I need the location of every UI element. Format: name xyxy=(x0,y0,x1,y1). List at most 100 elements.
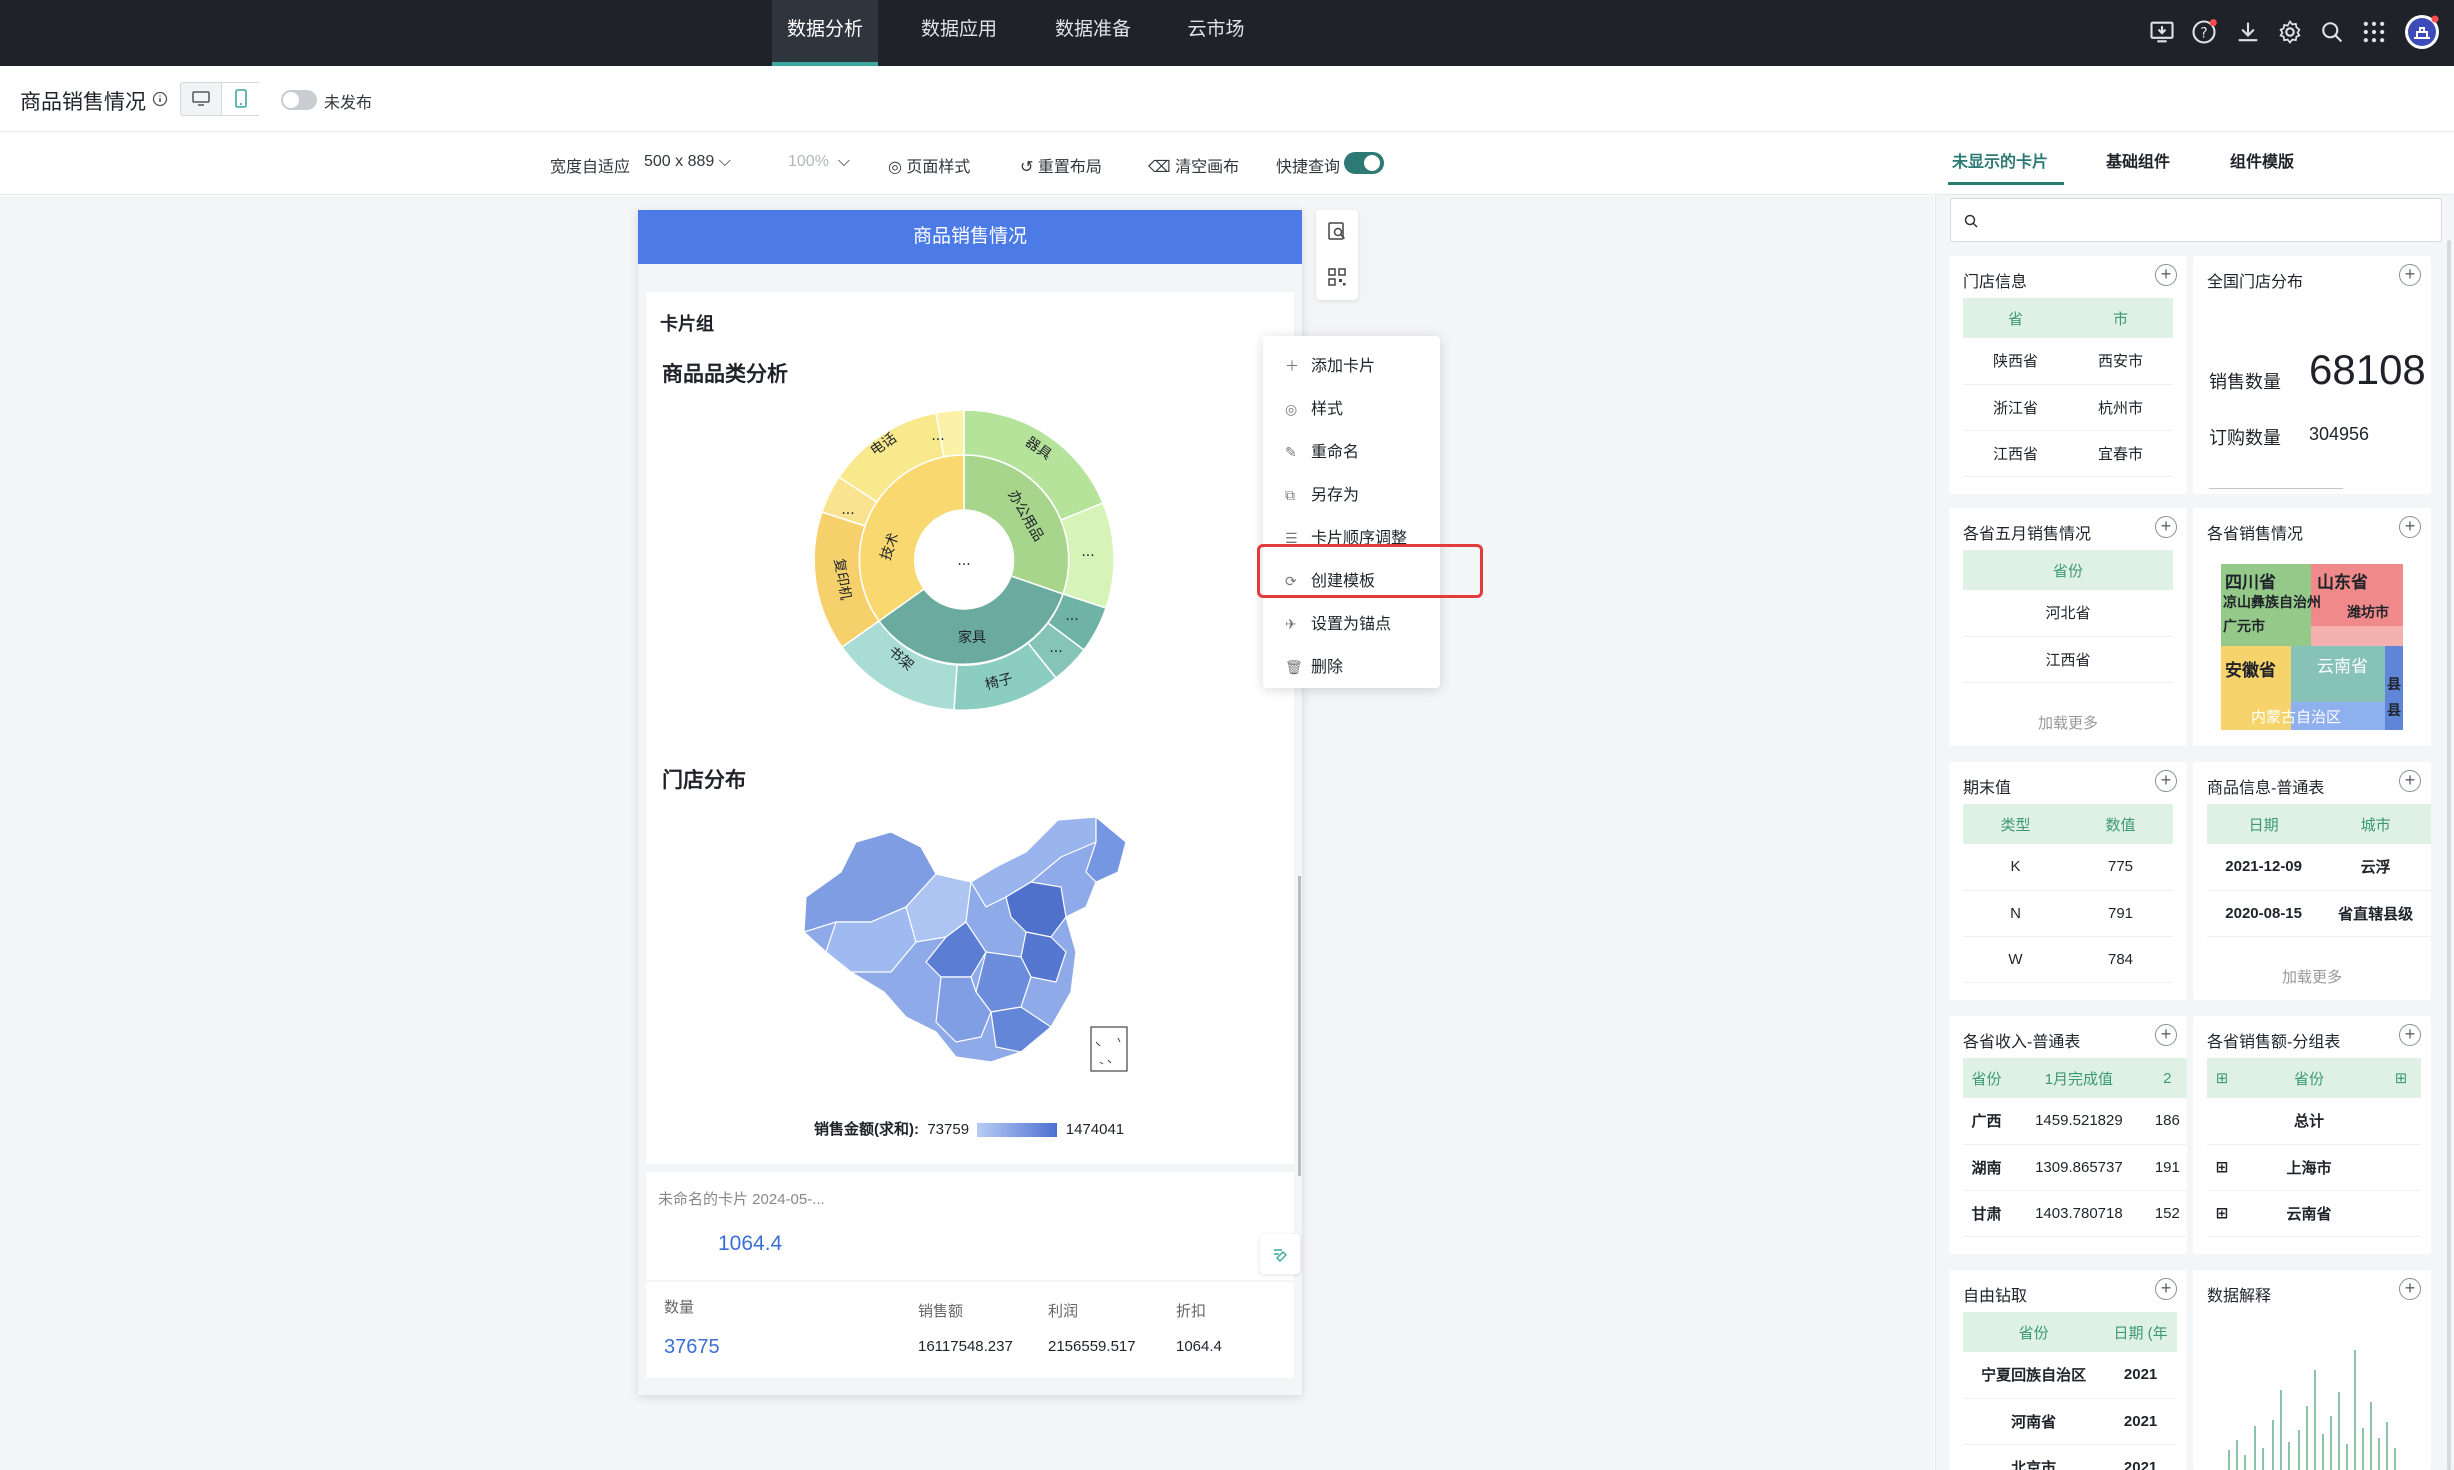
nav-data-analysis[interactable]: 数据分析 xyxy=(772,0,878,66)
clear-canvas-button[interactable]: ⌫ 清空画布 xyxy=(1148,153,1239,177)
china-map[interactable] xyxy=(796,812,1146,1074)
add-card-button[interactable]: + xyxy=(2155,770,2177,792)
right-panel-scrollbar[interactable] xyxy=(2447,240,2451,1470)
mini-card-province-sales[interactable]: 各省销售情况 + 四川省 山东省 凉山彝族自治州 潍坊市 广元市 安徽省 云南省… xyxy=(2193,508,2431,746)
column-header: 2 xyxy=(2147,1058,2187,1098)
mini-card-data-explain[interactable]: 数据解释 + xyxy=(2193,1270,2431,1470)
download-icon[interactable] xyxy=(2234,18,2262,46)
add-card-button[interactable]: + xyxy=(2399,770,2421,792)
chevron-down-icon: ⌵ xyxy=(837,153,850,170)
metric-header-profit: 利润 xyxy=(1048,1303,1079,1320)
card-group[interactable]: 卡片组 商品品类分析 ... 技术 办公用品 家具 电话 器具 复印机 书架 椅… xyxy=(646,292,1294,1164)
chevron-down-icon: ⌵ xyxy=(718,153,731,170)
gear-icon[interactable] xyxy=(2276,18,2304,46)
menu-add-card[interactable]: ＋ 添加卡片 xyxy=(1285,352,1375,376)
desktop-icon[interactable] xyxy=(191,90,211,108)
search-icon[interactable] xyxy=(2318,18,2346,46)
side-tools xyxy=(1316,210,1358,300)
mini-card-free-drill[interactable]: 自由钻取 + 省份 日期 (年 宁夏回族自治区 2021 河南省 2021 北京市 20… xyxy=(1949,1270,2187,1470)
phone-scrollbar[interactable] xyxy=(1298,876,1301,1176)
add-card-button[interactable]: + xyxy=(2399,1024,2421,1046)
nav-data-preparation[interactable]: 数据准备 xyxy=(1040,0,1146,66)
table-row: 总计 xyxy=(2207,1098,2421,1145)
table-row: K 775 xyxy=(1963,844,2173,891)
mini-card-may-sales[interactable]: 各省五月销售情况 + 省份 河北省 江西省 加载更多 xyxy=(1949,508,2187,746)
table-row: 湖南 1309.865737 191 xyxy=(1963,1144,2187,1191)
map-legend-max: 1474041 xyxy=(1065,1121,1125,1138)
nav-data-application[interactable]: 数据应用 xyxy=(906,0,1012,66)
mini-card-province-sales-group[interactable]: 各省销售额-分组表 + ⊞ 省份 ⊞ 总计 ⊞ 上海市 ⊞ 云南省 xyxy=(2193,1016,2431,1254)
menu-set-anchor[interactable]: ✈ 设置为锚点 xyxy=(1285,610,1391,634)
card-style-button[interactable] xyxy=(1260,1234,1300,1274)
reset-layout-button[interactable]: ↺ 重置布局 xyxy=(1020,153,1102,177)
add-card-button[interactable]: + xyxy=(2155,516,2177,538)
trash-icon: 🗑 xyxy=(1285,659,1303,675)
sunburst-label-more-e: ... xyxy=(1049,640,1062,656)
divider xyxy=(2209,488,2343,489)
table-row: 甘肃 1403.780718 152 xyxy=(1963,1190,2187,1237)
tab-hidden-cards[interactable]: 未显示的卡片 xyxy=(1952,148,2048,172)
expand-icon[interactable]: ⊞ xyxy=(2207,1190,2237,1237)
avatar[interactable] xyxy=(2404,14,2440,50)
monitor-download-icon[interactable] xyxy=(2148,18,2176,46)
expand-icon[interactable]: ⊞ xyxy=(2381,1058,2421,1098)
add-card-button[interactable]: + xyxy=(2399,264,2421,286)
tab-basic-components[interactable]: 基础组件 xyxy=(2106,148,2170,172)
sunburst-label-more-b: ... xyxy=(841,502,854,518)
info-icon[interactable] xyxy=(152,91,168,107)
menu-style[interactable]: ◎ 样式 xyxy=(1285,395,1343,419)
kpi-card-value: 1064.4 xyxy=(718,1232,783,1255)
nav-cloud-market[interactable]: 云市场 xyxy=(1168,0,1264,66)
mini-card-store-info[interactable]: 门店信息 + 省市 陕西省 西安市 浙江省 杭州市 江西省 宜春市 xyxy=(1949,256,2187,494)
publish-toggle[interactable] xyxy=(281,90,317,110)
treemap-label: 县 xyxy=(2387,702,2401,718)
add-card-button[interactable]: + xyxy=(2155,1278,2177,1300)
search-input[interactable] xyxy=(1987,207,2427,233)
add-card-button[interactable]: + xyxy=(2399,516,2421,538)
menu-save-as[interactable]: ⧉ 另存为 xyxy=(1285,481,1359,505)
help-icon[interactable]: ? xyxy=(2190,18,2218,46)
expand-icon[interactable]: ⊞ xyxy=(2207,1144,2237,1191)
metrics-card[interactable]: 数量 销售额 利润 折扣 37675 16117548.237 2156559.… xyxy=(646,1282,1294,1378)
quick-query-toggle[interactable] xyxy=(1344,152,1384,174)
treemap-label: 县 xyxy=(2387,676,2401,692)
device-toggle xyxy=(180,82,260,116)
load-more-link[interactable]: 加载更多 xyxy=(2193,966,2431,987)
table-row: ⊞ 云南省 xyxy=(2207,1190,2421,1237)
page-style-button[interactable]: ◎ 页面样式 xyxy=(888,153,970,177)
pencil-icon: ✎ xyxy=(1285,444,1297,460)
treemap-chart[interactable]: 四川省 山东省 凉山彝族自治州 潍坊市 广元市 安徽省 云南省 内蒙古自治区 县… xyxy=(2221,564,2403,730)
qr-code-icon[interactable] xyxy=(1326,266,1348,288)
mini-card-province-income[interactable]: 各省收入-普通表 + 省份 1月完成值 2 广西 1459.521829 186 湖南 1… xyxy=(1949,1016,2187,1254)
canvas-size-dropdown[interactable]: 500 x 889 ⌵ xyxy=(644,153,731,171)
sunburst-title: 商品品类分析 xyxy=(662,363,788,386)
mini-card-title: 各省销售额-分组表 xyxy=(2207,1034,2341,1051)
mini-card-national-store[interactable]: 全国门店分布 + 销售数量 68108 订购数量 304956 xyxy=(2193,256,2431,494)
preview-search-icon[interactable] xyxy=(1326,220,1348,242)
expand-icon[interactable]: ⊞ xyxy=(2207,1058,2237,1098)
zoom-dropdown[interactable]: 100% ⌵ xyxy=(788,153,850,171)
apps-grid-icon[interactable] xyxy=(2360,18,2388,46)
menu-rename[interactable]: ✎ 重命名 xyxy=(1285,438,1359,462)
treemap-cell[interactable] xyxy=(2311,626,2403,646)
treemap-label: 凉山彝族自治州 xyxy=(2223,594,2321,610)
mini-card-product-info[interactable]: 商品信息-普通表 + 日期 城市 2021-12-09 云浮 2020-08-15 省… xyxy=(2193,762,2431,1000)
sunburst-chart[interactable]: ... 技术 办公用品 家具 电话 器具 复印机 书架 椅子 ... ... .… xyxy=(814,410,1114,710)
menu-delete[interactable]: 🗑 删除 xyxy=(1285,653,1343,677)
province-income-table: 省份 1月完成值 2 广西 1459.521829 186 湖南 1309.865737 1… xyxy=(1963,1058,2187,1237)
mobile-tab[interactable] xyxy=(221,83,260,115)
metric-header-quantity: 数量 xyxy=(664,1299,695,1316)
mini-card-period-end[interactable]: 期末值 + 类型 数值 K 775 N 791 W 784 xyxy=(1949,762,2187,1000)
kpi-card[interactable]: 未命名的卡片 2024-05-... 1064.4 xyxy=(646,1172,1294,1280)
add-card-button[interactable]: + xyxy=(2399,1278,2421,1300)
free-drill-table: 省份 日期 (年 宁夏回族自治区 2021 河南省 2021 北京市 2021 xyxy=(1963,1312,2177,1470)
add-card-button[interactable]: + xyxy=(2155,1024,2177,1046)
treemap-label: 广元市 xyxy=(2223,618,2265,634)
sunburst-label-more-c: ... xyxy=(1081,544,1094,560)
tab-component-templates[interactable]: 组件模版 xyxy=(2230,148,2294,172)
metric-header-sales: 销售额 xyxy=(918,1303,964,1320)
mini-card-title: 期末值 xyxy=(1963,780,2012,797)
load-more-link[interactable]: 加载更多 xyxy=(1949,712,2187,733)
mini-card-title: 商品信息-普通表 xyxy=(2207,780,2325,797)
add-card-button[interactable]: + xyxy=(2155,264,2177,286)
